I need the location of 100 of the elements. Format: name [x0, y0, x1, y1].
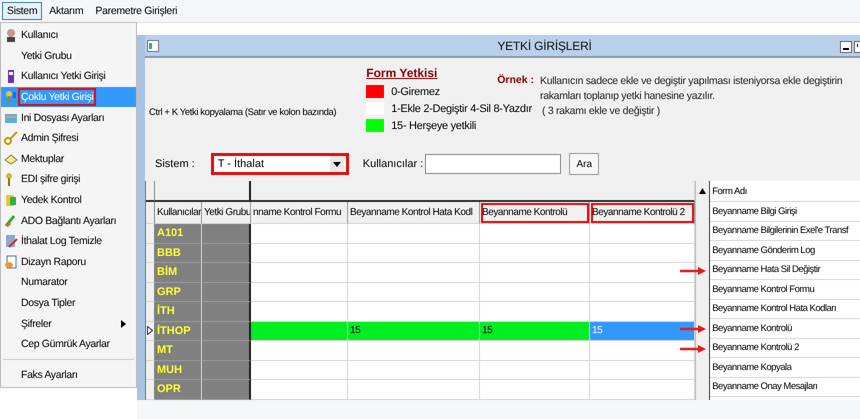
legend-title: Form Yetkisi — [366, 66, 438, 80]
form-list-item[interactable]: Beyanname Kontrolü 2 — [710, 338, 860, 358]
permission-cell[interactable] — [480, 341, 590, 360]
form-list-item[interactable]: Beyanname Kopyala — [710, 358, 860, 378]
user-cell: İTHOP — [155, 322, 202, 341]
menu-item[interactable]: Yedek Kontrol — [1, 190, 136, 210]
menubar-item[interactable]: Sistem — [2, 2, 42, 20]
menu-item[interactable]: İthalat Log Temizle — [1, 230, 136, 252]
column-header[interactable]: Beyanname Kontrolü 2 — [590, 202, 695, 224]
permission-cell[interactable] — [348, 224, 480, 244]
user-cell: MUH — [155, 360, 202, 380]
menu-item[interactable]: Kullanıcı Yetki Girişi — [1, 66, 136, 87]
menu-item[interactable]: Ini Dosyası Ayarları — [1, 107, 136, 128]
user-cell: GRP — [155, 282, 202, 302]
menu-item[interactable]: Yetki Grubu — [1, 46, 136, 66]
menu-item[interactable]: Şifreler — [1, 313, 136, 334]
permission-cell[interactable] — [251, 224, 348, 244]
submenu-arrow-icon — [121, 320, 126, 328]
form-list-item[interactable]: Beyanname Bilgi Girişi — [710, 202, 860, 222]
legend-label: 0-Giremez — [391, 86, 440, 98]
column-header[interactable]: Beyanname Kontrolü — [480, 202, 590, 224]
legend-label: 15- Herşeye yetkili — [391, 120, 476, 132]
permission-cell[interactable] — [480, 360, 590, 380]
menu-item[interactable]: EDI şifre girişi — [1, 169, 136, 190]
kullanicilar-field[interactable] — [425, 154, 562, 174]
user-cell: BBB — [155, 244, 202, 263]
column-header[interactable]: Kullanıcılar — [155, 202, 202, 224]
group-cell — [202, 302, 251, 322]
menubar-item[interactable]: Aktarım — [44, 2, 88, 20]
menu-item[interactable]: Faks Ayarları — [1, 364, 136, 386]
menu-item-icon — [4, 234, 18, 248]
legend-label: 1-Ekle 2-Degiştir 4-Sil 8-Yazdır — [391, 102, 532, 114]
form-list-item[interactable]: Beyanname Gönderim Log — [710, 241, 860, 260]
permission-cell[interactable]: 15 — [480, 322, 590, 341]
permission-cell[interactable] — [348, 341, 480, 360]
scroll-up-icon — [698, 187, 708, 195]
permission-cell[interactable] — [251, 341, 348, 360]
group-cell — [202, 224, 251, 244]
form-list-item[interactable]: Beyanname Onay Mesajları — [710, 378, 860, 397]
group-cell — [202, 322, 251, 341]
user-cell: MT — [155, 341, 202, 360]
menu-item-icon — [4, 152, 18, 166]
permission-cell[interactable] — [251, 263, 348, 282]
permission-cell[interactable] — [251, 322, 348, 341]
permission-cell[interactable] — [348, 282, 480, 302]
menu-item-icon — [4, 28, 18, 42]
group-cell — [202, 263, 251, 282]
menu-item[interactable]: Dosya Tipler — [1, 292, 136, 314]
menubar-item[interactable]: Paremetre Girişleri — [90, 2, 182, 20]
window-icon — [147, 40, 159, 52]
user-cell: İTH — [155, 302, 202, 322]
permission-cell[interactable] — [348, 263, 480, 282]
form-list-item[interactable]: Beyanname Kontrolü — [710, 319, 860, 338]
menu-item[interactable]: Numarator — [1, 272, 136, 293]
menu-item[interactable]: Cep Gümrük Ayarlar — [1, 334, 136, 354]
permission-cell[interactable] — [348, 244, 480, 263]
list-header: Form Adı — [710, 181, 860, 202]
group-cell — [202, 244, 251, 263]
menu-item[interactable]: Dizayn Raporu — [1, 252, 136, 272]
menu-item[interactable]: ADO Bağlantı Ayarları — [1, 210, 136, 231]
menu-item-icon — [4, 131, 18, 146]
column-header[interactable]: nname Kontrol Formu — [251, 202, 348, 224]
sistem-dropdown[interactable]: T - İthalat — [210, 153, 349, 175]
column-header[interactable]: Beyanname Kontrol Hata Kodl — [348, 202, 480, 224]
menu-item-icon — [4, 214, 18, 228]
form-list-item[interactable]: Beyanname Kontrol Formu — [710, 280, 860, 300]
hint-text: Ctrl + K Yetki kopyalama (Satır ve kolon bazında) — [149, 107, 336, 118]
example-note: ( 3 rakamı ekle ve değiştir ) — [541, 104, 661, 119]
user-cell: A101 — [155, 224, 202, 244]
search-button[interactable]: Ara — [569, 153, 600, 175]
column-header[interactable]: Yetki Grubu — [202, 202, 251, 224]
permission-cell[interactable] — [251, 282, 348, 302]
menu-item[interactable]: Mektuplar — [1, 148, 136, 170]
permission-cell[interactable]: 15 — [348, 322, 480, 341]
example-text: Kullanıcın sadece ekle ve degiştir yapılması isteniyorsa ekle degiştirin rakamları toplanıp yetki hanesine yazılır. — [540, 74, 844, 104]
sistem-label: Sistem : — [155, 158, 195, 170]
row-indicator[interactable] — [146, 322, 155, 341]
group-cell — [202, 341, 251, 360]
form-list-item[interactable]: Beyanname Bilgilerinin Exel'e Transf — [710, 222, 860, 241]
example-label: Örnek : — [497, 74, 534, 86]
permission-cell[interactable] — [480, 263, 590, 282]
group-cell — [202, 360, 251, 380]
minimize-button[interactable] — [840, 41, 852, 53]
kullanicilar-label: Kullanıcılar : — [362, 158, 424, 170]
permission-cell[interactable] — [480, 244, 590, 263]
window-title: YETKİ GİRİŞLERİ — [496, 38, 593, 52]
permission-cell[interactable] — [251, 244, 348, 263]
menu-item[interactable]: Admin Şifresi — [1, 128, 136, 149]
permission-cell[interactable] — [348, 360, 480, 380]
menu-item[interactable]: Kullanıcı — [1, 25, 136, 46]
menu-item-icon — [4, 254, 18, 269]
permission-cell[interactable] — [480, 282, 590, 302]
form-list-item[interactable]: Beyanname Kontrol Hata Kodları — [710, 300, 860, 319]
permission-cell[interactable] — [480, 224, 590, 244]
form-list-item[interactable]: Beyanname Hata Sil Değiştir — [710, 260, 860, 280]
header-corner — [146, 202, 155, 224]
maximize-button[interactable] — [854, 41, 860, 53]
menu-item-icon — [4, 193, 18, 208]
group-cell — [202, 282, 251, 302]
permission-cell[interactable] — [251, 360, 348, 380]
